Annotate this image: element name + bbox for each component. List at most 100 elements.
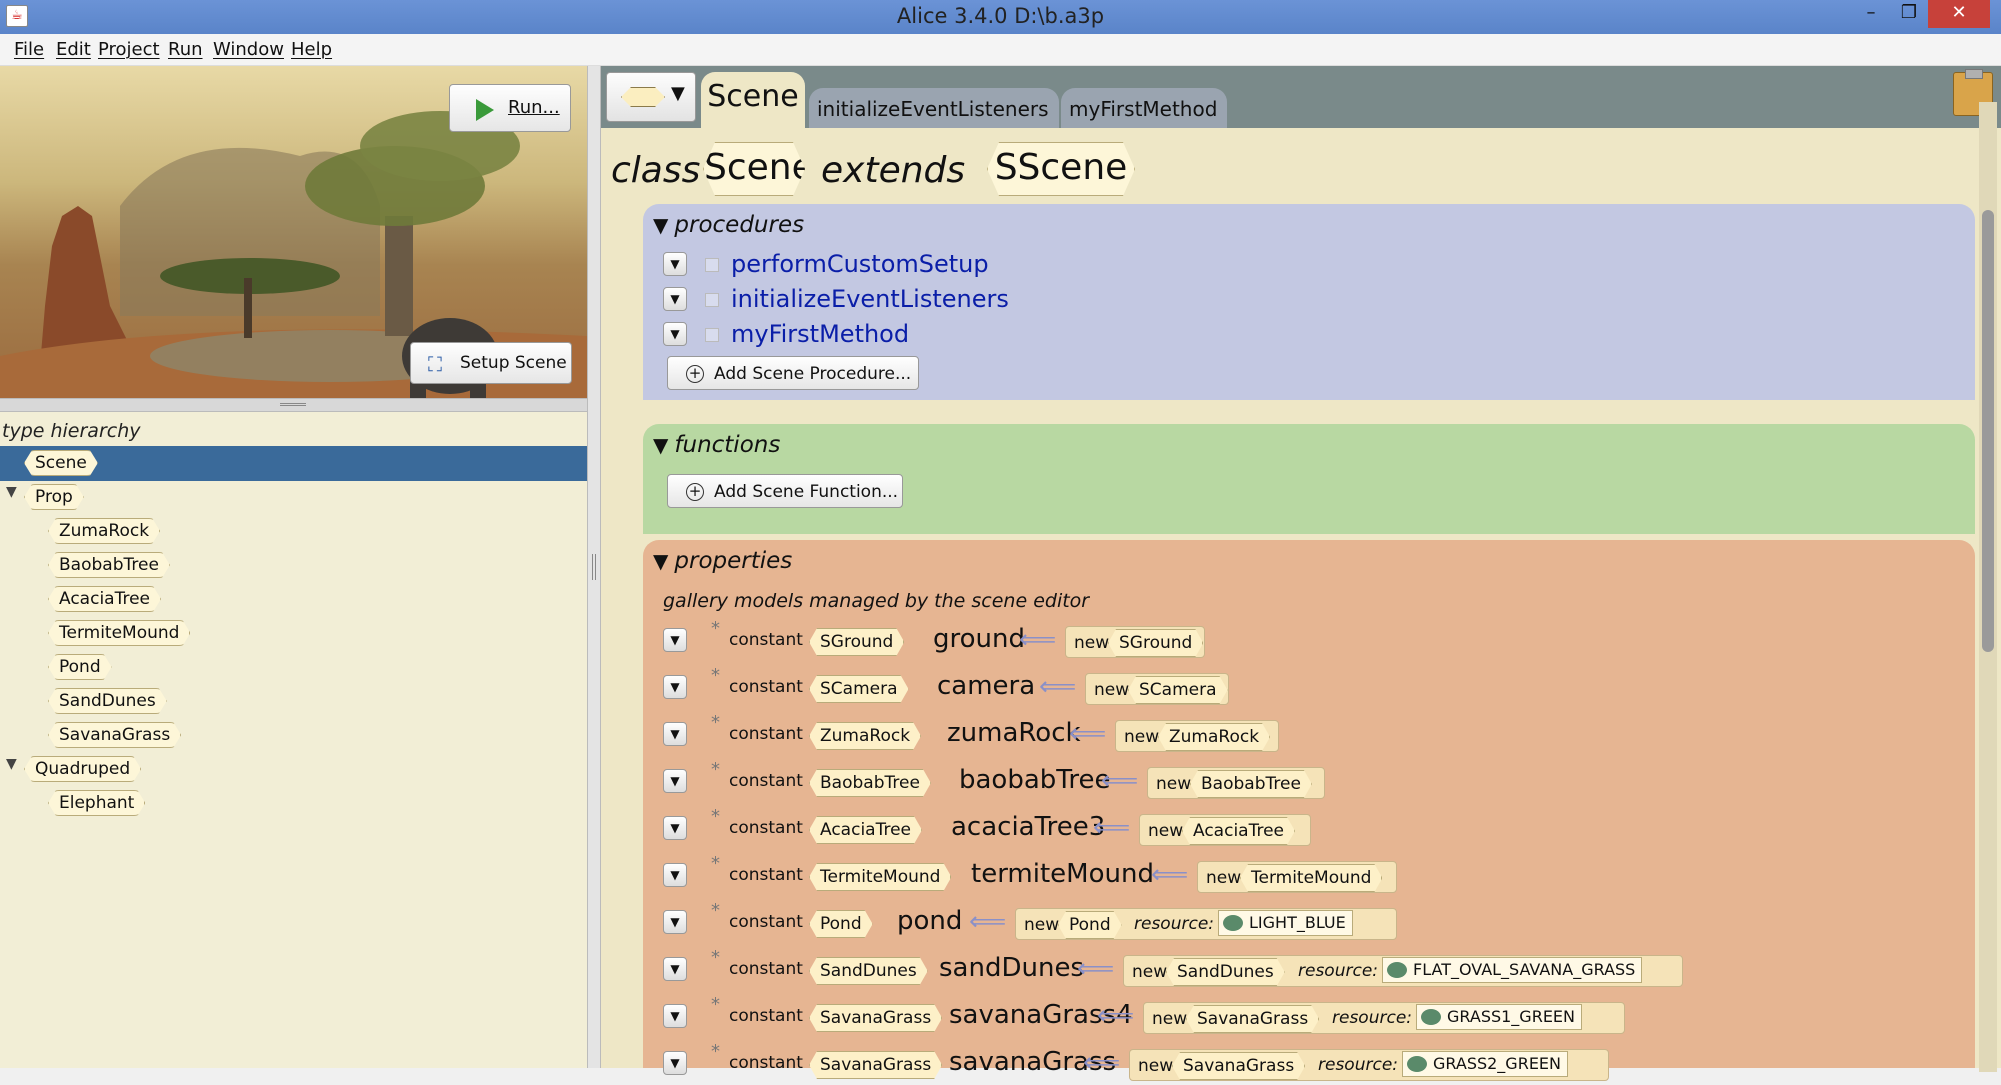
new-expression[interactable]: new Pond resource: LIGHT_BLUE [1015, 908, 1397, 940]
new-type[interactable]: ZumaRock [1158, 723, 1270, 751]
procedure-name[interactable]: performCustomSetup [731, 250, 989, 278]
property-type[interactable]: SavanaGrass [809, 1051, 942, 1079]
menu-edit[interactable]: Edit [56, 39, 91, 60]
dropdown-icon[interactable]: ▼ [663, 863, 687, 887]
resource-argument[interactable]: resource: FLAT_OVAL_SAVANA_GRASS [1290, 955, 1680, 987]
resource-value[interactable]: GRASS1_GREEN [1416, 1004, 1583, 1030]
dropdown-icon[interactable]: ▼ [663, 1004, 687, 1028]
dropdown-icon[interactable]: ▼ [663, 1051, 687, 1075]
property-name[interactable]: pond [897, 906, 962, 936]
expand-arrow-icon[interactable]: ▼ [6, 756, 17, 772]
property-name[interactable]: ground [933, 624, 1025, 654]
type-item-sanddunes[interactable]: SandDunes [48, 688, 167, 714]
new-expression[interactable]: new SavanaGrass resource: GRASS2_GREEN [1129, 1049, 1609, 1081]
new-expression[interactable]: new SandDunes resource: FLAT_OVAL_SAVANA… [1123, 955, 1683, 987]
new-type[interactable]: SGround [1108, 629, 1203, 657]
type-item-quadruped[interactable]: Quadruped [24, 756, 141, 782]
property-type[interactable]: SGround [809, 628, 904, 656]
new-type[interactable]: SandDunes [1166, 958, 1285, 986]
new-type[interactable]: SavanaGrass [1172, 1052, 1305, 1080]
property-type[interactable]: TermiteMound [809, 863, 951, 891]
type-item-scene[interactable]: Scene [24, 450, 98, 476]
type-item-acaciatree[interactable]: AcaciaTree [48, 586, 161, 612]
new-expression[interactable]: new SavanaGrass resource: GRASS1_GREEN [1143, 1002, 1625, 1034]
properties-header[interactable]: ▼ properties [653, 548, 792, 574]
resource-value[interactable]: LIGHT_BLUE [1218, 910, 1353, 936]
property-type[interactable]: AcaciaTree [809, 816, 922, 844]
type-item-termitemound[interactable]: TermiteMound [48, 620, 190, 646]
add-scene-procedure-button[interactable]: + Add Scene Procedure... [667, 356, 919, 390]
tab-my-first-method[interactable]: myFirstMethod [1061, 88, 1227, 128]
new-type[interactable]: SavanaGrass [1186, 1005, 1319, 1033]
type-item-prop[interactable]: Prop [24, 484, 84, 510]
close-button[interactable]: ✕ [1928, 0, 1990, 28]
new-expression[interactable]: new SCamera [1085, 673, 1229, 705]
resource-value[interactable]: FLAT_OVAL_SAVANA_GRASS [1382, 957, 1643, 983]
dropdown-icon[interactable]: ▼ [663, 628, 687, 652]
new-type[interactable]: TermiteMound [1240, 864, 1382, 892]
dropdown-icon[interactable]: ▼ [663, 287, 687, 311]
run-button[interactable]: Run... [449, 84, 571, 132]
dropdown-icon[interactable]: ▼ [663, 675, 687, 699]
property-type[interactable]: SCamera [809, 675, 909, 703]
property-name[interactable]: baobabTree [959, 765, 1110, 795]
new-expression[interactable]: new AcaciaTree [1139, 814, 1311, 846]
dropdown-icon[interactable]: ▼ [663, 957, 687, 981]
expand-arrow-icon[interactable]: ▼ [6, 484, 17, 500]
setup-scene-button[interactable]: ⛶ Setup Scene [410, 342, 572, 384]
new-type[interactable]: AcaciaTree [1182, 817, 1295, 845]
property-type[interactable]: ZumaRock [809, 722, 921, 750]
new-expression[interactable]: new ZumaRock [1115, 720, 1279, 752]
new-type[interactable]: Pond [1058, 911, 1122, 939]
new-type[interactable]: BaobabTree [1190, 770, 1312, 798]
property-type[interactable]: SavanaGrass [809, 1004, 942, 1032]
menu-run[interactable]: Run [168, 39, 203, 60]
dropdown-icon[interactable]: ▼ [663, 252, 687, 276]
new-type[interactable]: SCamera [1128, 676, 1228, 704]
property-name[interactable]: termiteMound [971, 859, 1154, 889]
dropdown-icon[interactable]: ▼ [663, 769, 687, 793]
menu-help[interactable]: Help [291, 39, 332, 60]
maximize-button[interactable]: ❐ [1890, 0, 1928, 28]
procedures-header[interactable]: ▼ procedures [653, 212, 804, 238]
property-name[interactable]: sandDunes [939, 953, 1084, 983]
type-item-elephant[interactable]: Elephant [48, 790, 145, 816]
resource-argument[interactable]: resource: LIGHT_BLUE [1126, 908, 1394, 940]
dropdown-icon[interactable]: ▼ [663, 722, 687, 746]
minimize-button[interactable]: – [1852, 0, 1890, 28]
class-name[interactable]: Scene [703, 142, 805, 196]
resource-argument[interactable]: resource: GRASS2_GREEN [1310, 1049, 1606, 1081]
procedure-name[interactable]: myFirstMethod [731, 320, 909, 348]
resource-argument[interactable]: resource: GRASS1_GREEN [1324, 1002, 1622, 1034]
property-name[interactable]: zumaRock [947, 718, 1081, 748]
type-selector-button[interactable]: ▼ [606, 72, 696, 122]
new-expression[interactable]: new BaobabTree [1147, 767, 1325, 799]
dropdown-icon[interactable]: ▼ [663, 910, 687, 934]
property-type[interactable]: BaobabTree [809, 769, 931, 797]
new-expression[interactable]: new SGround [1065, 626, 1205, 658]
horizontal-splitter[interactable] [0, 398, 587, 412]
vertical-scrollbar[interactable] [1979, 102, 1997, 1072]
menu-project[interactable]: Project [98, 39, 160, 60]
menu-window[interactable]: Window [213, 39, 284, 60]
property-type[interactable]: Pond [809, 910, 873, 938]
menu-file[interactable]: File [14, 39, 44, 60]
procedure-name[interactable]: initializeEventListeners [731, 285, 1009, 313]
vertical-splitter[interactable] [587, 66, 601, 1068]
dropdown-icon[interactable]: ▼ [663, 322, 687, 346]
tab-initialize-event-listeners[interactable]: initializeEventListeners [809, 88, 1059, 128]
type-item-zumarock[interactable]: ZumaRock [48, 518, 160, 544]
property-name[interactable]: camera [937, 671, 1035, 701]
type-item-savanagrass[interactable]: SavanaGrass [48, 722, 181, 748]
type-item-baobabtree[interactable]: BaobabTree [48, 552, 170, 578]
add-scene-function-button[interactable]: + Add Scene Function... [667, 474, 903, 508]
property-type[interactable]: SandDunes [809, 957, 928, 985]
dropdown-icon[interactable]: ▼ [663, 816, 687, 840]
functions-header[interactable]: ▼ functions [653, 432, 780, 458]
tab-scene[interactable]: Scene [701, 72, 805, 128]
new-expression[interactable]: new TermiteMound [1197, 861, 1397, 893]
property-name[interactable]: acaciaTree3 [951, 812, 1105, 842]
resource-value[interactable]: GRASS2_GREEN [1402, 1051, 1569, 1077]
scrollbar-thumb[interactable] [1982, 210, 1994, 652]
superclass-name[interactable]: SScene [987, 142, 1135, 196]
